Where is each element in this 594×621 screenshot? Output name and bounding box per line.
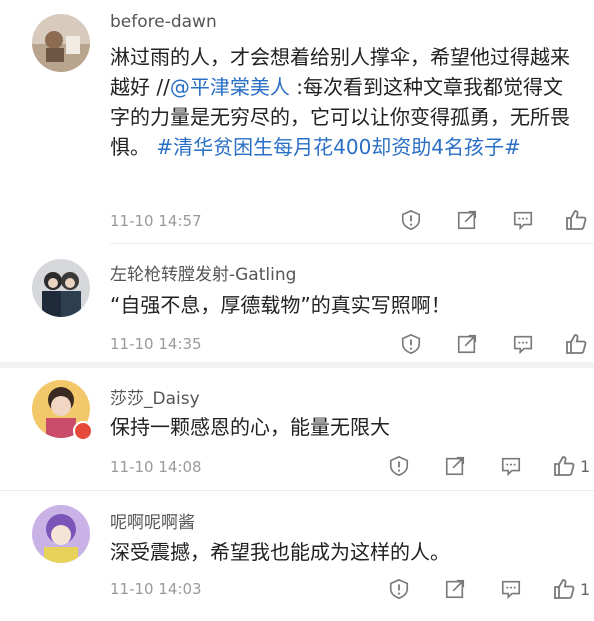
- thumbs-up-icon: [564, 332, 588, 356]
- username[interactable]: before-dawn: [110, 12, 217, 32]
- comment-button[interactable]: [512, 330, 534, 358]
- comment-icon: [512, 209, 534, 231]
- comment-item[interactable]: 呢啊呢啊酱 深受震撼，希望我也能成为这样的人。 11-10 14:03 1: [0, 491, 594, 621]
- username[interactable]: 莎莎_Daisy: [110, 384, 200, 409]
- thumbs-up-button[interactable]: 1: [552, 575, 590, 603]
- share-button[interactable]: [444, 575, 466, 603]
- share-icon: [456, 333, 478, 355]
- share-button[interactable]: [444, 452, 466, 480]
- comment-item[interactable]: 莎莎_Daisy 保持一颗感恩的心，能量无限大 11-10 14:08 1: [0, 368, 594, 490]
- comment-item[interactable]: before-dawn 淋过雨的人，才会想着给别人撑伞，希望他过得越来越好 //…: [0, 0, 594, 244]
- comment-button[interactable]: [512, 206, 534, 234]
- thumbs-up-button[interactable]: [564, 206, 588, 234]
- username[interactable]: 呢啊呢啊酱: [110, 508, 195, 533]
- avatar[interactable]: [32, 259, 90, 317]
- share-button[interactable]: [456, 206, 478, 234]
- comment-icon: [512, 333, 534, 355]
- like-count: 1: [580, 579, 591, 599]
- comment-text-segment: 保持一颗感恩的心，能量无限大: [110, 415, 390, 439]
- mention-link[interactable]: @平津棠美人: [170, 75, 290, 99]
- comment-icon: [500, 455, 522, 477]
- timestamp: 11-10 14:57: [110, 212, 202, 230]
- comment-actions: [400, 206, 587, 234]
- report-icon: [400, 209, 422, 231]
- mention-link[interactable]: #清华贫困生每月花400却资助4名孩子#: [156, 135, 520, 159]
- share-icon: [456, 209, 478, 231]
- report-button[interactable]: [400, 330, 422, 358]
- comment-button[interactable]: [500, 575, 522, 603]
- comment-text: 保持一颗感恩的心，能量无限大: [110, 412, 570, 442]
- timestamp: 11-10 14:35: [110, 335, 202, 353]
- report-button[interactable]: [400, 206, 422, 234]
- comment-text: 淋过雨的人，才会想着给别人撑伞，希望他过得越来越好 //@平津棠美人 :每次看到…: [110, 42, 570, 162]
- report-button[interactable]: [388, 575, 410, 603]
- like-count: 1: [580, 456, 591, 476]
- thumbs-up-icon: [552, 577, 576, 601]
- share-icon: [444, 578, 466, 600]
- report-icon: [388, 455, 410, 477]
- timestamp: 11-10 14:08: [110, 458, 202, 476]
- comment-actions: 1: [388, 452, 590, 480]
- thumbs-up-button[interactable]: [564, 330, 588, 358]
- report-icon: [388, 578, 410, 600]
- comment-actions: [400, 330, 587, 358]
- verified-badge-icon: [73, 421, 93, 441]
- avatar[interactable]: [32, 14, 90, 72]
- thumbs-up-button[interactable]: 1: [552, 452, 590, 480]
- report-button[interactable]: [388, 452, 410, 480]
- avatar[interactable]: [32, 505, 90, 563]
- comment-text-segment: “自强不息，厚德载物”的真实写照啊！: [110, 293, 451, 317]
- share-icon: [444, 455, 466, 477]
- report-icon: [400, 333, 422, 355]
- comment-text: 深受震撼，希望我也能成为这样的人。: [110, 537, 570, 567]
- comment-button[interactable]: [500, 452, 522, 480]
- share-button[interactable]: [456, 330, 478, 358]
- thumbs-up-icon: [564, 208, 588, 232]
- timestamp: 11-10 14:03: [110, 580, 202, 598]
- comment-item[interactable]: 左轮枪转膛发射-Gatling “自强不息，厚德载物”的真实写照啊！ 11-10…: [0, 244, 594, 362]
- comment-list: before-dawn 淋过雨的人，才会想着给别人撑伞，希望他过得越来越好 //…: [0, 0, 594, 621]
- comment-actions: 1: [388, 575, 590, 603]
- thumbs-up-icon: [552, 454, 576, 478]
- comment-text: “自强不息，厚德载物”的真实写照啊！: [110, 290, 570, 320]
- comment-text-segment: 深受震撼，希望我也能成为这样的人。: [110, 540, 450, 564]
- comment-icon: [500, 578, 522, 600]
- username[interactable]: 左轮枪转膛发射-Gatling: [110, 260, 296, 285]
